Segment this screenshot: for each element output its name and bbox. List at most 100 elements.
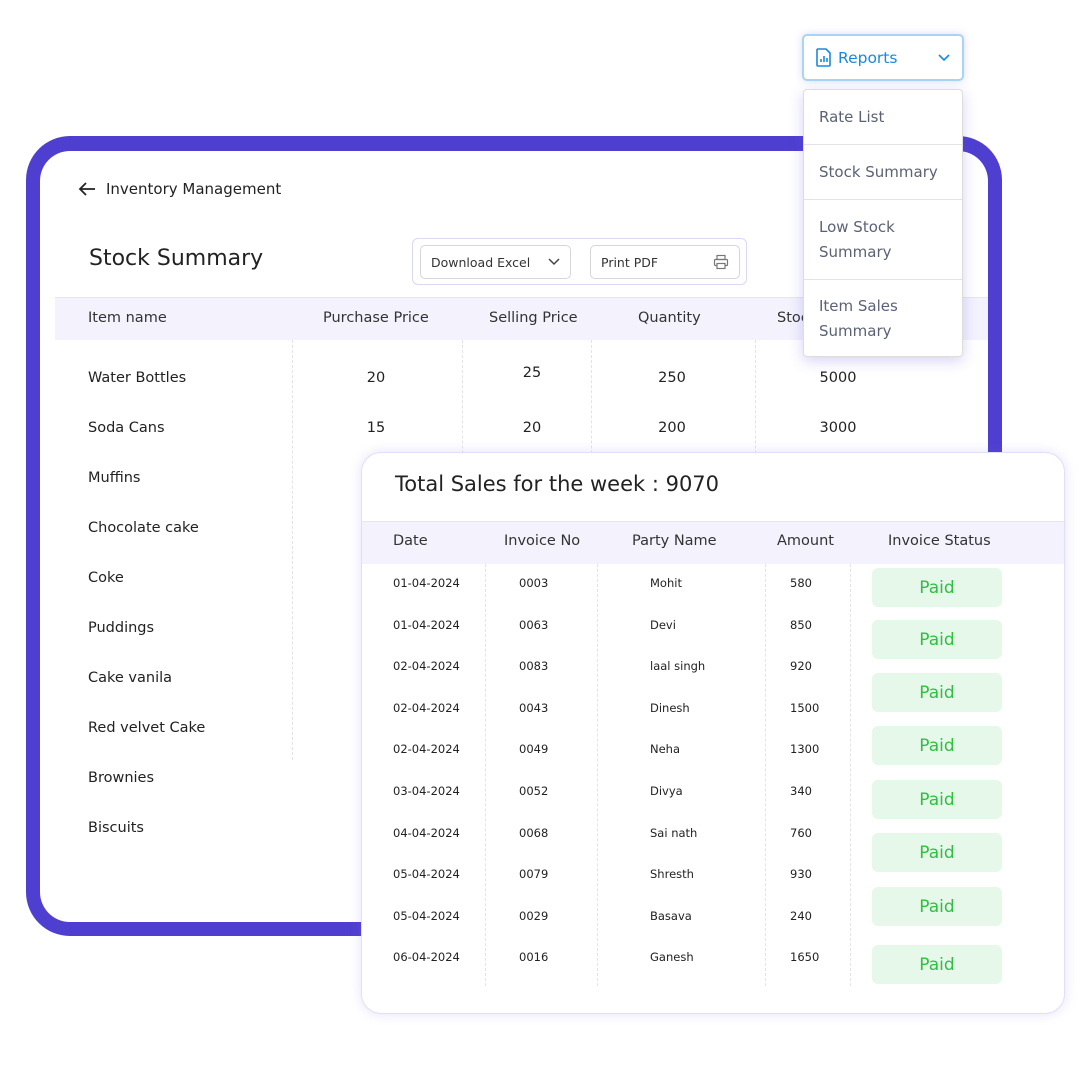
party-name-cell: Basava: [650, 908, 692, 923]
back-link[interactable]: Inventory Management: [78, 180, 281, 198]
item-name: Soda Cans: [88, 420, 165, 436]
sales-title: Total Sales for the week : 9070: [395, 472, 720, 496]
party-name-cell: Ganesh: [650, 950, 694, 965]
date-cell: 01-04-2024: [393, 617, 460, 632]
amount-cell: 1300: [790, 742, 820, 757]
col-party-name: Party Name: [632, 533, 717, 549]
divider: [485, 564, 486, 986]
divider: [850, 564, 851, 986]
item-name: Water Bottles: [88, 370, 187, 386]
chevron-down-icon: [548, 258, 560, 266]
invoice-no-cell: 0003: [519, 576, 549, 590]
stock-cell: 3000: [819, 420, 857, 436]
invoice-no-cell: 0083: [519, 659, 549, 674]
party-name-cell: Dinesh: [650, 700, 690, 715]
chevron-down-icon: [938, 53, 950, 61]
status-badge: Paid: [872, 568, 1002, 607]
arrow-left-icon: [78, 182, 95, 196]
status-badge: Paid: [872, 945, 1002, 984]
item-name: Biscuits: [88, 820, 144, 836]
print-label: Print PDF: [601, 254, 659, 270]
invoice-no-cell: 0029: [519, 908, 549, 923]
date-cell: 02-04-2024: [393, 700, 460, 715]
item-name: Muffins: [88, 470, 141, 486]
item-name: Brownies: [88, 770, 155, 786]
col-item-name: Item name: [88, 310, 167, 326]
status-badge: Paid: [872, 673, 1002, 712]
party-name-cell: Neha: [650, 742, 681, 757]
divider: [292, 340, 293, 760]
item-name: Cake vanila: [88, 670, 173, 686]
invoice-no-cell: 0043: [519, 700, 549, 715]
item-name: Puddings: [88, 620, 155, 636]
stock-cell: 15: [366, 420, 386, 436]
party-name-cell: Devi: [650, 617, 676, 632]
date-cell: 02-04-2024: [393, 659, 460, 674]
invoice-no-cell: 0068: [519, 825, 549, 840]
menu-item-item-sales-summary[interactable]: Item Sales Summary: [804, 280, 924, 358]
item-name: Chocolate cake: [88, 520, 199, 536]
back-label: Inventory Management: [106, 180, 282, 198]
col-date: Date: [393, 533, 428, 549]
item-name: Red velvet Cake: [88, 720, 206, 736]
page-title: Stock Summary: [89, 246, 264, 271]
date-cell: 04-04-2024: [393, 825, 460, 840]
report-chart-icon: [816, 48, 831, 67]
date-cell: 06-04-2024: [393, 950, 460, 965]
menu-item-low-stock-summary[interactable]: Low Stock Summary: [804, 200, 924, 279]
col-selling-price: Selling Price: [489, 310, 578, 326]
download-label: Download Excel: [431, 254, 531, 270]
stock-cell: 250: [658, 370, 686, 386]
reports-label: Reports: [838, 48, 898, 67]
date-cell: 05-04-2024: [393, 908, 460, 923]
invoice-no-cell: 0063: [519, 617, 549, 632]
stock-cell: 5000: [819, 370, 857, 386]
amount-cell: 240: [790, 908, 812, 923]
print-pdf-button[interactable]: Print PDF: [590, 245, 740, 279]
col-quantity: Quantity: [638, 310, 701, 326]
stock-cell: 20: [522, 420, 542, 436]
amount-cell: 580: [790, 576, 812, 590]
party-name-cell: Mohit: [650, 576, 682, 590]
amount-cell: 850: [790, 617, 812, 632]
stock-cell: 200: [658, 420, 686, 436]
amount-cell: 760: [790, 825, 812, 840]
amount-cell: 1650: [790, 950, 820, 965]
col-amount: Amount: [777, 533, 834, 549]
download-excel-button[interactable]: Download Excel: [420, 245, 571, 279]
menu-item-rate-list[interactable]: Rate List: [804, 90, 962, 145]
party-name-cell: Shresth: [650, 867, 694, 882]
status-badge: Paid: [872, 726, 1002, 765]
status-badge: Paid: [872, 833, 1002, 872]
item-name: Coke: [88, 570, 124, 586]
invoice-no-cell: 0016: [519, 950, 549, 965]
status-badge: Paid: [872, 780, 1002, 819]
printer-icon: [713, 254, 729, 270]
amount-cell: 930: [790, 867, 812, 882]
party-name-cell: Sai nath: [650, 825, 698, 840]
status-badge: Paid: [872, 887, 1002, 926]
stock-cell: 20: [366, 370, 386, 386]
col-invoice-no: Invoice No: [504, 533, 581, 549]
date-cell: 02-04-2024: [393, 742, 460, 757]
party-name-cell: laal singh: [650, 659, 706, 674]
col-invoice-status: Invoice Status: [888, 533, 991, 549]
date-cell: 01-04-2024: [393, 576, 460, 590]
menu-item-stock-summary[interactable]: Stock Summary: [804, 145, 962, 200]
date-cell: 03-04-2024: [393, 784, 460, 798]
amount-cell: 340: [790, 784, 812, 798]
invoice-no-cell: 0079: [519, 867, 549, 882]
invoice-no-cell: 0049: [519, 742, 549, 757]
date-cell: 05-04-2024: [393, 867, 460, 882]
amount-cell: 1500: [790, 700, 820, 715]
divider: [597, 564, 598, 986]
stock-cell: 25: [522, 365, 542, 381]
invoice-no-cell: 0052: [519, 784, 549, 798]
reports-dropdown[interactable]: Reports: [802, 34, 964, 81]
amount-cell: 920: [790, 659, 812, 674]
divider: [765, 564, 766, 986]
status-badge: Paid: [872, 620, 1002, 659]
party-name-cell: Divya: [650, 784, 683, 798]
col-purchase-price: Purchase Price: [323, 310, 429, 326]
reports-menu: Rate List Stock Summary Low Stock Summar…: [803, 89, 963, 357]
